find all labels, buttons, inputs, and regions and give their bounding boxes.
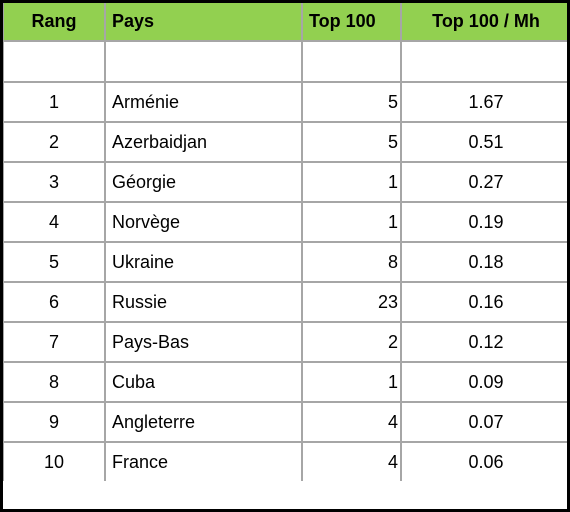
- top100-per-mh-cell: 0.16: [400, 281, 567, 323]
- table-frame: Rang Pays Top 100 Top 100 / Mh 1 Arménie 5…: [0, 0, 570, 512]
- top100-cell: 4: [301, 401, 402, 443]
- country-cell: Géorgie: [104, 161, 303, 203]
- top100-cell: 4: [301, 441, 402, 481]
- rang-cell: 9: [3, 401, 106, 443]
- top100-cell: 23: [301, 281, 402, 323]
- top100-per-mh-cell: 0.27: [400, 161, 567, 203]
- country-cell: Azerbaidjan: [104, 121, 303, 163]
- top100-cell: 5: [301, 121, 402, 163]
- top100-cell: 2: [301, 321, 402, 363]
- country-cell: Cuba: [104, 361, 303, 403]
- top100-cell: 8: [301, 241, 402, 283]
- top100-per-mh-cell: 0.18: [400, 241, 567, 283]
- ranking-table: Rang Pays Top 100 Top 100 / Mh 1 Arménie 5…: [3, 3, 567, 481]
- table-row: 5 Ukraine 8 0.18: [3, 241, 567, 283]
- table-row: 2 Azerbaidjan 5 0.51: [3, 121, 567, 163]
- rang-cell: 3: [3, 161, 106, 203]
- rang-cell: 5: [3, 241, 106, 283]
- rang-cell: 6: [3, 281, 106, 323]
- country-cell: Ukraine: [104, 241, 303, 283]
- empty-row: [3, 40, 567, 83]
- empty-cell: [301, 40, 402, 83]
- top100-per-mh-cell: 1.67: [400, 81, 567, 123]
- rang-cell: 4: [3, 201, 106, 243]
- country-cell: Norvège: [104, 201, 303, 243]
- country-cell: Pays-Bas: [104, 321, 303, 363]
- top100-cell: 1: [301, 161, 402, 203]
- table-row: 9 Angleterre 4 0.07: [3, 401, 567, 443]
- table-header: Rang Pays Top 100 Top 100 / Mh: [3, 3, 567, 42]
- header-pays: Pays: [104, 3, 303, 42]
- header-top100: Top 100: [301, 3, 402, 42]
- top100-per-mh-cell: 0.06: [400, 441, 567, 481]
- table-row: 8 Cuba 1 0.09: [3, 361, 567, 403]
- top100-cell: 1: [301, 201, 402, 243]
- empty-cell: [400, 40, 567, 83]
- header-row: Rang Pays Top 100 Top 100 / Mh: [3, 3, 567, 42]
- table-row: 7 Pays-Bas 2 0.12: [3, 321, 567, 363]
- top100-per-mh-cell: 0.07: [400, 401, 567, 443]
- rang-cell: 1: [3, 81, 106, 123]
- country-cell: Angleterre: [104, 401, 303, 443]
- country-cell: Russie: [104, 281, 303, 323]
- header-top100-per-mh: Top 100 / Mh: [400, 3, 567, 42]
- top100-per-mh-cell: 0.51: [400, 121, 567, 163]
- table-row: 6 Russie 23 0.16: [3, 281, 567, 323]
- rang-cell: 7: [3, 321, 106, 363]
- top100-per-mh-cell: 0.09: [400, 361, 567, 403]
- table-row: 1 Arménie 5 1.67: [3, 81, 567, 123]
- table-row: 3 Géorgie 1 0.27: [3, 161, 567, 203]
- top100-per-mh-cell: 0.12: [400, 321, 567, 363]
- rang-cell: 8: [3, 361, 106, 403]
- country-cell: France: [104, 441, 303, 481]
- table-body: 1 Arménie 5 1.67 2 Azerbaidjan 5 0.51 3 Géorgie 1 0…: [3, 40, 567, 481]
- country-cell: Arménie: [104, 81, 303, 123]
- table-row: 10 France 4 0.06: [3, 441, 567, 481]
- empty-cell: [104, 40, 303, 83]
- rang-cell: 2: [3, 121, 106, 163]
- top100-cell: 1: [301, 361, 402, 403]
- header-rang: Rang: [3, 3, 106, 42]
- empty-cell: [3, 40, 106, 83]
- top100-cell: 5: [301, 81, 402, 123]
- top100-per-mh-cell: 0.19: [400, 201, 567, 243]
- rang-cell: 10: [3, 441, 106, 481]
- table-row: 4 Norvège 1 0.19: [3, 201, 567, 243]
